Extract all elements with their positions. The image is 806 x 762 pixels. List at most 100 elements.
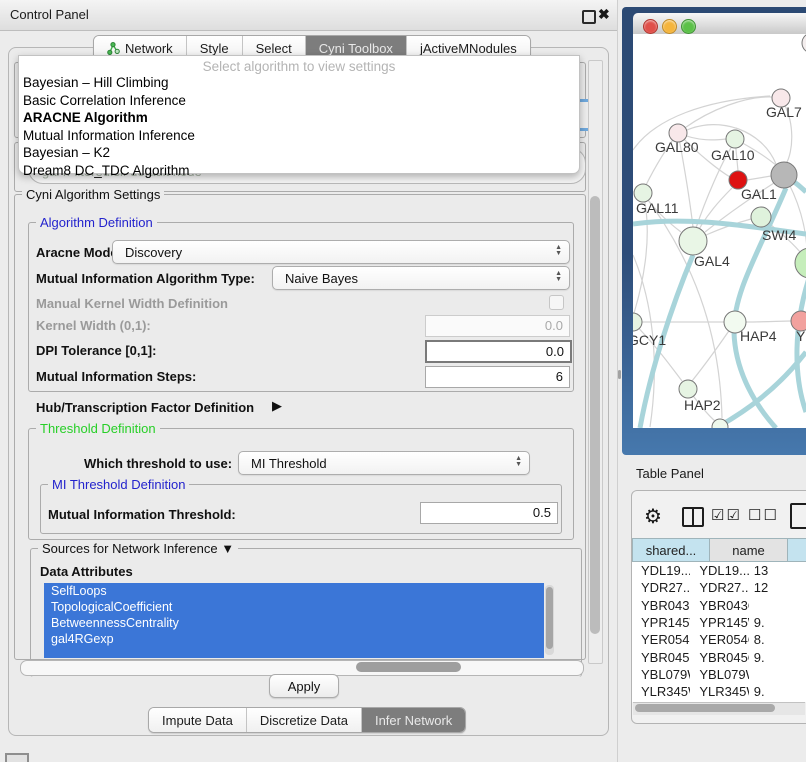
float-window-icon[interactable] — [582, 10, 596, 24]
network-edge-thick[interactable] — [716, 352, 806, 428]
mi-algorithm-type-combo[interactable]: Naive Bayes ▲▼ — [272, 266, 570, 290]
tab-infer-network[interactable]: Infer Network — [361, 708, 465, 732]
table-cell: YER054C — [690, 632, 748, 647]
table-hscrollbar-thumb[interactable] — [635, 704, 775, 712]
algorithm-definition-title: Algorithm Definition — [36, 215, 157, 230]
tab-label: Impute Data — [162, 713, 233, 728]
kernel-width-label: Kernel Width (0,1): — [36, 318, 151, 333]
table-row[interactable]: YPR145WYPR145W9. — [632, 614, 806, 631]
node-label-salmon: Y — [796, 328, 806, 344]
zoom-traffic-light-icon[interactable] — [681, 19, 696, 34]
tab-label: jActiveMNodules — [420, 41, 517, 56]
table-cell: YDR27... — [632, 580, 690, 595]
algorithm-option[interactable]: Bayesian – K2 — [19, 144, 579, 162]
tab-label: Discretize Data — [260, 713, 348, 728]
unchecked-boxes-icon[interactable]: ☐☐ — [748, 506, 779, 524]
network-edge[interactable] — [746, 321, 791, 322]
attribute-item[interactable]: gal4RGexp — [44, 631, 544, 647]
network-node-swi4[interactable] — [751, 207, 771, 227]
table-row[interactable]: YDL19...YDL19...13 — [632, 562, 806, 579]
table-row[interactable]: YBR043CYBR043C — [632, 597, 806, 614]
table-cell: YPR145W — [690, 615, 748, 630]
checked-boxes-icon[interactable]: ☑☑ — [711, 506, 742, 524]
algorithm-option[interactable]: Dream8 DC_TDC Algorithm — [19, 162, 579, 180]
gear-icon[interactable]: ⚙ — [644, 504, 662, 529]
columns-icon[interactable] — [682, 507, 704, 527]
aracne-mode-combo[interactable]: Discovery ▲▼ — [112, 240, 570, 264]
network-node-hap2[interactable] — [679, 380, 697, 398]
algorithm-popup-prompt: Select algorithm to view settings — [19, 59, 579, 74]
close-icon[interactable]: ✖ — [598, 6, 610, 23]
kernel-width-field[interactable]: 0.0 — [425, 315, 570, 337]
attribute-item[interactable] — [44, 647, 544, 658]
table-row[interactable]: YDR27...YDR27...12 — [632, 579, 806, 596]
table-row[interactable]: YBR045CYBR045C9. — [632, 648, 806, 665]
network-window-titlebar[interactable] — [633, 13, 806, 35]
attribute-item[interactable]: SelfLoops — [44, 583, 544, 599]
attribute-item[interactable]: TopologicalCoefficient — [44, 599, 544, 615]
minimized-panel-icon[interactable] — [5, 753, 29, 762]
column-header-name[interactable]: name — [710, 538, 788, 562]
tab-discretize-data[interactable]: Discretize Data — [246, 708, 361, 732]
attributes-scrollbar-thumb[interactable] — [546, 587, 553, 649]
hub-transcription-factor-section[interactable]: Hub/Transcription Factor Definition — [36, 400, 254, 415]
tab-label: Network — [125, 41, 173, 56]
network-edge[interactable] — [747, 176, 771, 180]
node-label-hap2: HAP2 — [684, 397, 721, 413]
table-cell: YPR145W — [632, 615, 690, 630]
network-view-canvas[interactable]: GAL7GAL80GAL10GAL1GAL11SWI4GAL4GCY1HAP4Y… — [633, 34, 806, 428]
node-label-swi4: SWI4 — [762, 227, 796, 243]
manual-kernel-checkbox[interactable] — [549, 295, 564, 310]
screen: Control Panel ✖ gal4Filtered.sif default… — [0, 0, 806, 762]
table-row[interactable]: YER054CYER054C8. — [632, 631, 806, 648]
network-node-right-green[interactable] — [795, 248, 806, 278]
threshold-definition-title: Threshold Definition — [36, 421, 160, 436]
data-attributes-list[interactable]: SelfLoopsTopologicalCoefficientBetweenne… — [44, 583, 544, 658]
split-pane-handle[interactable] — [618, 370, 621, 379]
table-cell: 9. — [749, 684, 806, 699]
algorithm-option[interactable]: Bayesian – Hill Climbing — [19, 74, 579, 92]
network-node-gal10[interactable] — [726, 130, 744, 148]
table-cell: YBR043C — [690, 598, 748, 613]
control-panel-titlebar: Control Panel ✖ — [0, 0, 617, 31]
table-cell: YBR045C — [690, 650, 748, 665]
apply-button[interactable]: Apply — [269, 674, 339, 698]
table-header: shared...nameA — [632, 538, 806, 562]
settings-hscrollbar-thumb[interactable] — [356, 662, 461, 672]
network-node-big-gray[interactable] — [771, 162, 797, 188]
network-edge[interactable] — [633, 96, 770, 150]
table-row[interactable]: YBL079WYBL079W — [632, 666, 806, 683]
network-node-gal4[interactable] — [679, 227, 707, 255]
tab-label: Cyni Toolbox — [319, 41, 393, 56]
settings-vscrollbar-thumb[interactable] — [590, 196, 600, 634]
mi-threshold-field[interactable]: 0.5 — [420, 502, 558, 524]
control-panel-title: Control Panel — [10, 7, 89, 22]
tab-impute-data[interactable]: Impute Data — [149, 708, 246, 732]
table-cell: 9. — [749, 650, 806, 665]
which-threshold-combo[interactable]: MI Threshold ▲▼ — [238, 451, 530, 475]
attribute-item[interactable]: BetweennessCentrality — [44, 615, 544, 631]
expand-right-icon[interactable]: ▶ — [272, 398, 282, 414]
minimize-traffic-light-icon[interactable] — [662, 19, 677, 34]
dpi-tolerance-field[interactable]: 0.0 — [425, 340, 572, 363]
column-header-A[interactable]: A — [788, 538, 806, 562]
network-node-top-arc[interactable] — [802, 34, 806, 53]
column-header-shared...[interactable]: shared... — [632, 538, 710, 562]
mi-steps-field[interactable]: 6 — [425, 366, 570, 388]
algorithm-option[interactable]: ARACNE Algorithm — [19, 109, 579, 127]
expand-down-icon[interactable]: ▼ — [221, 541, 234, 556]
table-row[interactable]: YLR345WYLR345W9. — [632, 683, 806, 700]
network-node-gcy1[interactable] — [633, 313, 642, 331]
table-cell: YBL079W — [632, 667, 690, 682]
algorithm-dropdown-popup: Select algorithm to view settings Bayesi… — [18, 55, 580, 174]
document-icon[interactable] — [790, 503, 806, 529]
algorithm-option[interactable]: Mutual Information Inference — [19, 127, 579, 145]
algorithm-popup-list: Bayesian – Hill ClimbingBasic Correlatio… — [19, 74, 579, 180]
network-edge-thick[interactable] — [797, 278, 806, 412]
stepper-arrows-icon: ▲▼ — [555, 245, 562, 257]
close-traffic-light-icon[interactable] — [643, 19, 658, 34]
table-cell: YER054C — [632, 632, 690, 647]
algorithm-option[interactable]: Basic Correlation Inference — [19, 92, 579, 110]
aracne-mode-label: Aracne Mode: — [36, 245, 122, 260]
node-label-gal4: GAL4 — [694, 253, 730, 269]
